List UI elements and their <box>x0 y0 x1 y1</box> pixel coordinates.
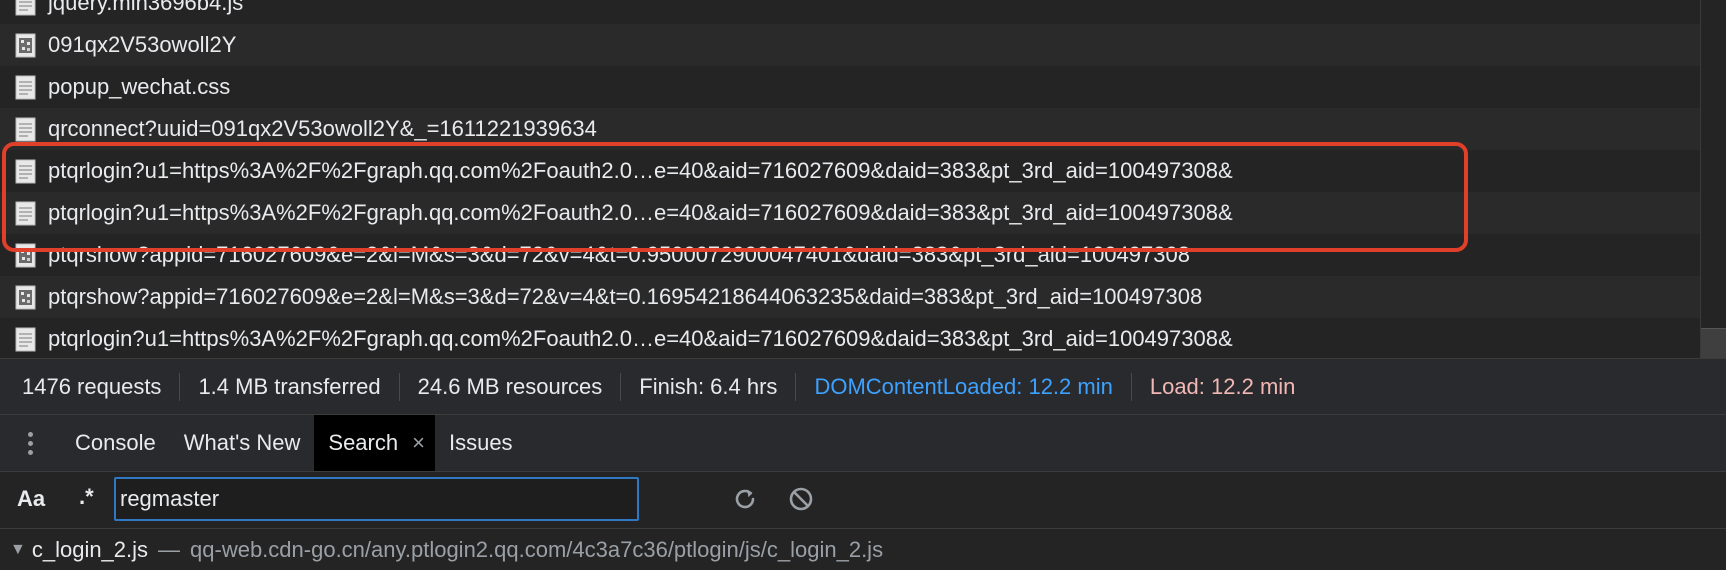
request-row[interactable]: 091qx2V53owoll2Y <box>0 24 1700 66</box>
tab-search[interactable]: Search × <box>314 415 435 471</box>
tab-label: Issues <box>448 430 513 455</box>
document-file-icon <box>15 117 36 142</box>
request-row[interactable]: ptqrlogin?u1=https%3A%2F%2Fgraph.qq.com%… <box>0 192 1700 234</box>
summary-domcontentloaded: DOMContentLoaded: 12.2 min <box>814 373 1113 399</box>
devtools-network-panel: jquery.min3696b4.js 091qx2V53owoll2Y popup… <box>0 0 1726 570</box>
summary-divider <box>179 372 181 401</box>
result-file-url: qq-web.cdn-go.cn/any.ptlogin2.qq.com/4c3… <box>190 536 884 562</box>
tab-label: Console <box>75 430 156 455</box>
close-icon[interactable]: × <box>412 430 425 456</box>
scrollbar-track[interactable] <box>1700 0 1726 358</box>
image-file-icon <box>15 243 36 268</box>
request-name: 091qx2V53owoll2Y <box>48 32 237 57</box>
result-separator: — <box>158 536 181 562</box>
result-file-name: c_login_2.js <box>31 536 149 562</box>
request-name: ptqrshow?appid=716027609&e=2&l=M&s=3&d=7… <box>48 242 1190 267</box>
caret-down-icon[interactable]: ▼ <box>10 541 26 559</box>
document-file-icon <box>15 327 36 352</box>
tab-console[interactable]: Console <box>60 415 170 471</box>
summary-divider <box>620 372 622 401</box>
drawer-tab-bar: Console What's New Search × Issues <box>0 415 1726 472</box>
request-name: ptqrlogin?u1=https%3A%2F%2Fgraph.qq.com%… <box>48 326 1233 351</box>
request-name: ptqrlogin?u1=https%3A%2F%2Fgraph.qq.com%… <box>48 158 1233 183</box>
request-row[interactable]: ptqrlogin?u1=https%3A%2F%2Fgraph.qq.com%… <box>0 318 1700 358</box>
network-summary-bar: 1476 requests 1.4 MB transferred 24.6 MB… <box>0 358 1726 415</box>
document-file-icon <box>15 0 36 16</box>
image-file-icon <box>15 33 36 58</box>
request-row[interactable]: ptqrshow?appid=716027609&e=2&l=M&s=3&d=7… <box>0 234 1700 276</box>
request-name: ptqrshow?appid=716027609&e=2&l=M&s=3&d=7… <box>48 284 1203 309</box>
summary-divider <box>398 372 400 401</box>
search-result-file[interactable]: ▼ c_login_2.js — qq-web.cdn-go.cn/any.pt… <box>0 529 1726 570</box>
image-file-icon <box>15 285 36 310</box>
regex-toggle[interactable]: .* <box>79 484 94 510</box>
more-vertical-icon[interactable] <box>0 415 60 471</box>
summary-divider <box>1130 372 1132 401</box>
document-file-icon <box>15 201 36 226</box>
search-toolbar: Aa .* <box>0 472 1726 529</box>
scrollbar-thumb[interactable] <box>1701 328 1726 358</box>
document-file-icon <box>15 159 36 184</box>
request-name: qrconnect?uuid=091qx2V53owoll2Y&_=161122… <box>48 116 597 141</box>
summary-load: Load: 12.2 min <box>1149 373 1296 399</box>
request-row[interactable]: ptqrshow?appid=716027609&e=2&l=M&s=3&d=7… <box>0 276 1700 318</box>
search-input[interactable] <box>114 477 639 521</box>
tab-label: Search <box>328 430 399 455</box>
refresh-icon[interactable] <box>730 484 760 514</box>
request-row[interactable]: popup_wechat.css <box>0 66 1700 108</box>
request-row[interactable]: jquery.min3696b4.js <box>0 0 1700 24</box>
clear-icon[interactable] <box>786 484 816 514</box>
match-case-toggle[interactable]: Aa <box>17 486 45 512</box>
document-file-icon <box>15 75 36 100</box>
request-name: jquery.min3696b4.js <box>48 0 244 15</box>
summary-requests: 1476 requests <box>22 373 162 399</box>
summary-transferred: 1.4 MB transferred <box>198 373 381 399</box>
request-list: jquery.min3696b4.js 091qx2V53owoll2Y popup… <box>0 0 1726 358</box>
request-name: popup_wechat.css <box>48 74 231 99</box>
request-name: ptqrlogin?u1=https%3A%2F%2Fgraph.qq.com%… <box>48 200 1233 225</box>
request-row[interactable]: ptqrlogin?u1=https%3A%2F%2Fgraph.qq.com%… <box>0 150 1700 192</box>
summary-resources: 24.6 MB resources <box>417 373 603 399</box>
tab-issues[interactable]: Issues <box>435 415 527 471</box>
request-row[interactable]: qrconnect?uuid=091qx2V53owoll2Y&_=161122… <box>0 108 1700 150</box>
tab-label: What's New <box>183 430 301 455</box>
summary-finish: Finish: 6.4 hrs <box>639 373 778 399</box>
summary-divider <box>795 372 797 401</box>
tab-whats-new[interactable]: What's New <box>170 415 315 471</box>
